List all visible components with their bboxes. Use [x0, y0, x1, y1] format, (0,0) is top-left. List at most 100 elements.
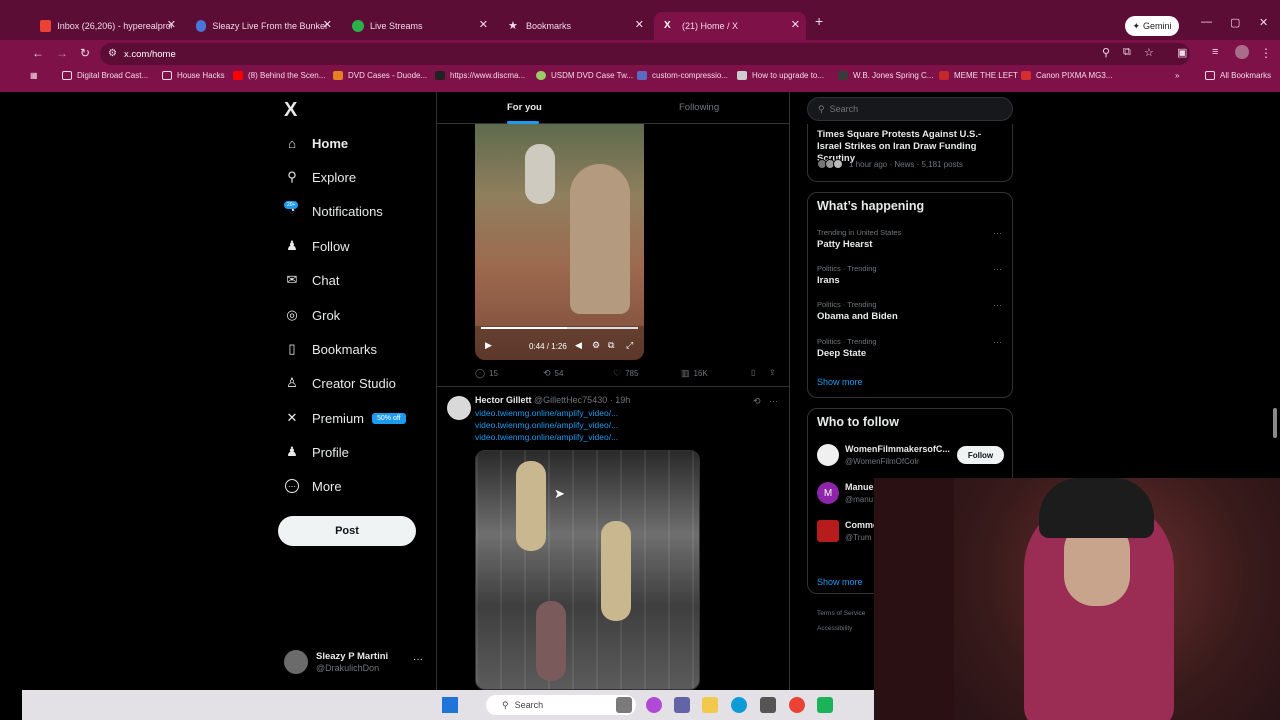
- trend-name[interactable]: Deep State: [817, 348, 866, 359]
- views-button[interactable]: ▥ 16K: [681, 368, 708, 379]
- bookmark-item[interactable]: House Hacks: [162, 71, 225, 80]
- trend-name[interactable]: Patty Hearst: [817, 239, 872, 250]
- bookmark-item[interactable]: USDM DVD Case Tw...: [536, 71, 633, 80]
- forward-icon[interactable]: →: [56, 46, 68, 60]
- maximize-icon[interactable]: ▢: [1230, 16, 1240, 29]
- pip-icon[interactable]: ⧉: [608, 340, 614, 351]
- tab-live-streams[interactable]: Live Streams ✕: [342, 12, 494, 40]
- more-icon[interactable]: ···: [413, 654, 423, 665]
- bookmark-item[interactable]: MEME THE LEFT: [939, 71, 1018, 80]
- close-icon[interactable]: ✕: [323, 18, 332, 31]
- follow-button[interactable]: Follow: [957, 446, 1004, 464]
- fullscreen-icon[interactable]: ⤢: [626, 340, 633, 351]
- avatar[interactable]: M: [817, 482, 839, 504]
- grok-icon[interactable]: ⟲: [753, 396, 761, 407]
- tab-x-home[interactable]: X (21) Home / X ✕: [654, 12, 806, 40]
- taskbar-search[interactable]: ⚲ Search: [486, 695, 636, 715]
- minimize-icon[interactable]: —: [1201, 16, 1212, 28]
- install-icon[interactable]: ⧉: [1123, 46, 1131, 59]
- app-icon[interactable]: [817, 697, 833, 713]
- bookmark-item[interactable]: Digital Broad Cast...: [62, 71, 148, 80]
- more-icon[interactable]: ···: [993, 264, 1002, 274]
- show-more-link[interactable]: Show more: [817, 577, 863, 587]
- windows-start-icon[interactable]: [442, 697, 458, 713]
- tab-inbox[interactable]: Inbox (26,206) - hyperealprods ✕: [30, 12, 182, 40]
- account-switcher[interactable]: Sleazy P Martini @DrakulichDon ···: [284, 648, 424, 678]
- close-icon[interactable]: ✕: [791, 18, 800, 31]
- trend-name[interactable]: Obama and Biden: [817, 311, 898, 322]
- zoom-icon[interactable]: ⚲: [1102, 46, 1110, 59]
- account-avatar[interactable]: [1235, 45, 1249, 59]
- footer-link[interactable]: Accessibility: [817, 625, 852, 632]
- like-button[interactable]: ♡ 785: [613, 368, 638, 379]
- tab-sleazy-live[interactable]: Sleazy Live From the Bunker 2/... ✕: [186, 12, 338, 40]
- video-player[interactable]: [475, 124, 644, 360]
- back-icon[interactable]: ←: [32, 46, 44, 60]
- more-icon[interactable]: ···: [993, 228, 1002, 238]
- address-bar[interactable]: x.com/home: [100, 43, 1190, 65]
- avatar[interactable]: [817, 444, 839, 466]
- tab-bookmarks[interactable]: ★ Bookmarks ✕: [498, 12, 650, 40]
- video-player[interactable]: [475, 450, 700, 690]
- more-icon[interactable]: ···: [769, 396, 778, 406]
- nav-chat[interactable]: ✉ Chat: [285, 268, 340, 292]
- nav-explore[interactable]: ⚲ Explore: [285, 165, 356, 189]
- bookmark-item[interactable]: (8) Behind the Scen...: [233, 71, 325, 80]
- volume-icon[interactable]: ◀: [575, 340, 582, 351]
- tab-following[interactable]: Following: [679, 102, 719, 113]
- gemini-button[interactable]: ✦ Gemini: [1125, 16, 1179, 36]
- tab-for-you[interactable]: For you: [507, 102, 542, 113]
- extensions-icon[interactable]: ≡: [1212, 46, 1218, 58]
- new-tab-button[interactable]: +: [815, 13, 823, 29]
- play-icon[interactable]: ▶: [485, 340, 492, 351]
- bookmark-star-icon[interactable]: ☆: [1144, 46, 1154, 59]
- nav-bookmarks[interactable]: ▯ Bookmarks: [285, 337, 377, 361]
- close-icon[interactable]: ✕: [479, 18, 488, 31]
- scrollbar-thumb[interactable]: [1273, 408, 1277, 438]
- nav-notifications[interactable]: ◔ Notifications: [285, 199, 383, 223]
- follow-suggestion-name[interactable]: WomenFilmmakersofC...: [845, 444, 953, 454]
- show-more-link[interactable]: Show more: [817, 377, 863, 387]
- apps-icon[interactable]: ▦: [30, 71, 38, 80]
- bookmark-item[interactable]: W.B. Jones Spring C...: [838, 71, 933, 80]
- settings-icon[interactable]: ⚙: [592, 340, 600, 351]
- task-view-icon[interactable]: [616, 697, 632, 713]
- close-icon[interactable]: ✕: [635, 18, 644, 31]
- bookmark-item[interactable]: https://www.discma...: [435, 71, 525, 80]
- bookmark-item[interactable]: Canon PIXMA MG3...: [1021, 71, 1112, 80]
- tweet-link[interactable]: video.twienmg.online/amplify_video/...: [475, 432, 618, 442]
- bookmark-item[interactable]: How to upgrade to...: [737, 71, 824, 80]
- nav-follow[interactable]: ♟ Follow: [285, 234, 349, 258]
- copilot-icon[interactable]: [646, 697, 662, 713]
- more-icon[interactable]: ···: [993, 300, 1002, 310]
- post-button[interactable]: Post: [278, 516, 416, 546]
- chrome-icon[interactable]: [789, 697, 805, 713]
- video-progress[interactable]: [481, 327, 638, 329]
- trend-name[interactable]: Irans: [817, 275, 840, 286]
- close-icon[interactable]: ✕: [167, 18, 176, 31]
- footer-link[interactable]: Terms of Service: [817, 610, 865, 617]
- tweet-link[interactable]: video.twienmg.online/amplify_video/...: [475, 420, 618, 430]
- reload-icon[interactable]: ↻: [80, 46, 90, 60]
- edge-icon[interactable]: [731, 697, 747, 713]
- teams-icon[interactable]: [674, 697, 690, 713]
- nav-premium[interactable]: ✕ Premium 50% off: [285, 406, 406, 430]
- nav-more[interactable]: ⋯ More: [285, 474, 342, 498]
- share-icon[interactable]: ⇪: [769, 368, 776, 377]
- file-explorer-icon[interactable]: [702, 697, 718, 713]
- nav-home[interactable]: ⌂ Home: [285, 131, 348, 155]
- bookmark-item[interactable]: custom-compressio...: [637, 71, 728, 80]
- store-icon[interactable]: [760, 697, 776, 713]
- sidepanel-icon[interactable]: ▣: [1177, 46, 1187, 59]
- tweet-link[interactable]: video.twienmg.online/amplify_video/...: [475, 408, 618, 418]
- nav-creator-studio[interactable]: ♙ Creator Studio: [285, 371, 396, 395]
- avatar[interactable]: [447, 396, 471, 420]
- tweet-author[interactable]: Hector Gillett @GillettHec75430 · 19h: [475, 395, 630, 405]
- repost-button[interactable]: ⟲ 54: [543, 368, 563, 379]
- avatar[interactable]: [817, 520, 839, 542]
- more-icon[interactable]: ···: [993, 337, 1002, 347]
- search-input[interactable]: ⚲ Search: [807, 97, 1013, 121]
- reply-button[interactable]: ◯ 15: [475, 368, 498, 379]
- more-bookmarks-icon[interactable]: »: [1175, 71, 1179, 80]
- nav-grok[interactable]: ◎ Grok: [285, 303, 340, 327]
